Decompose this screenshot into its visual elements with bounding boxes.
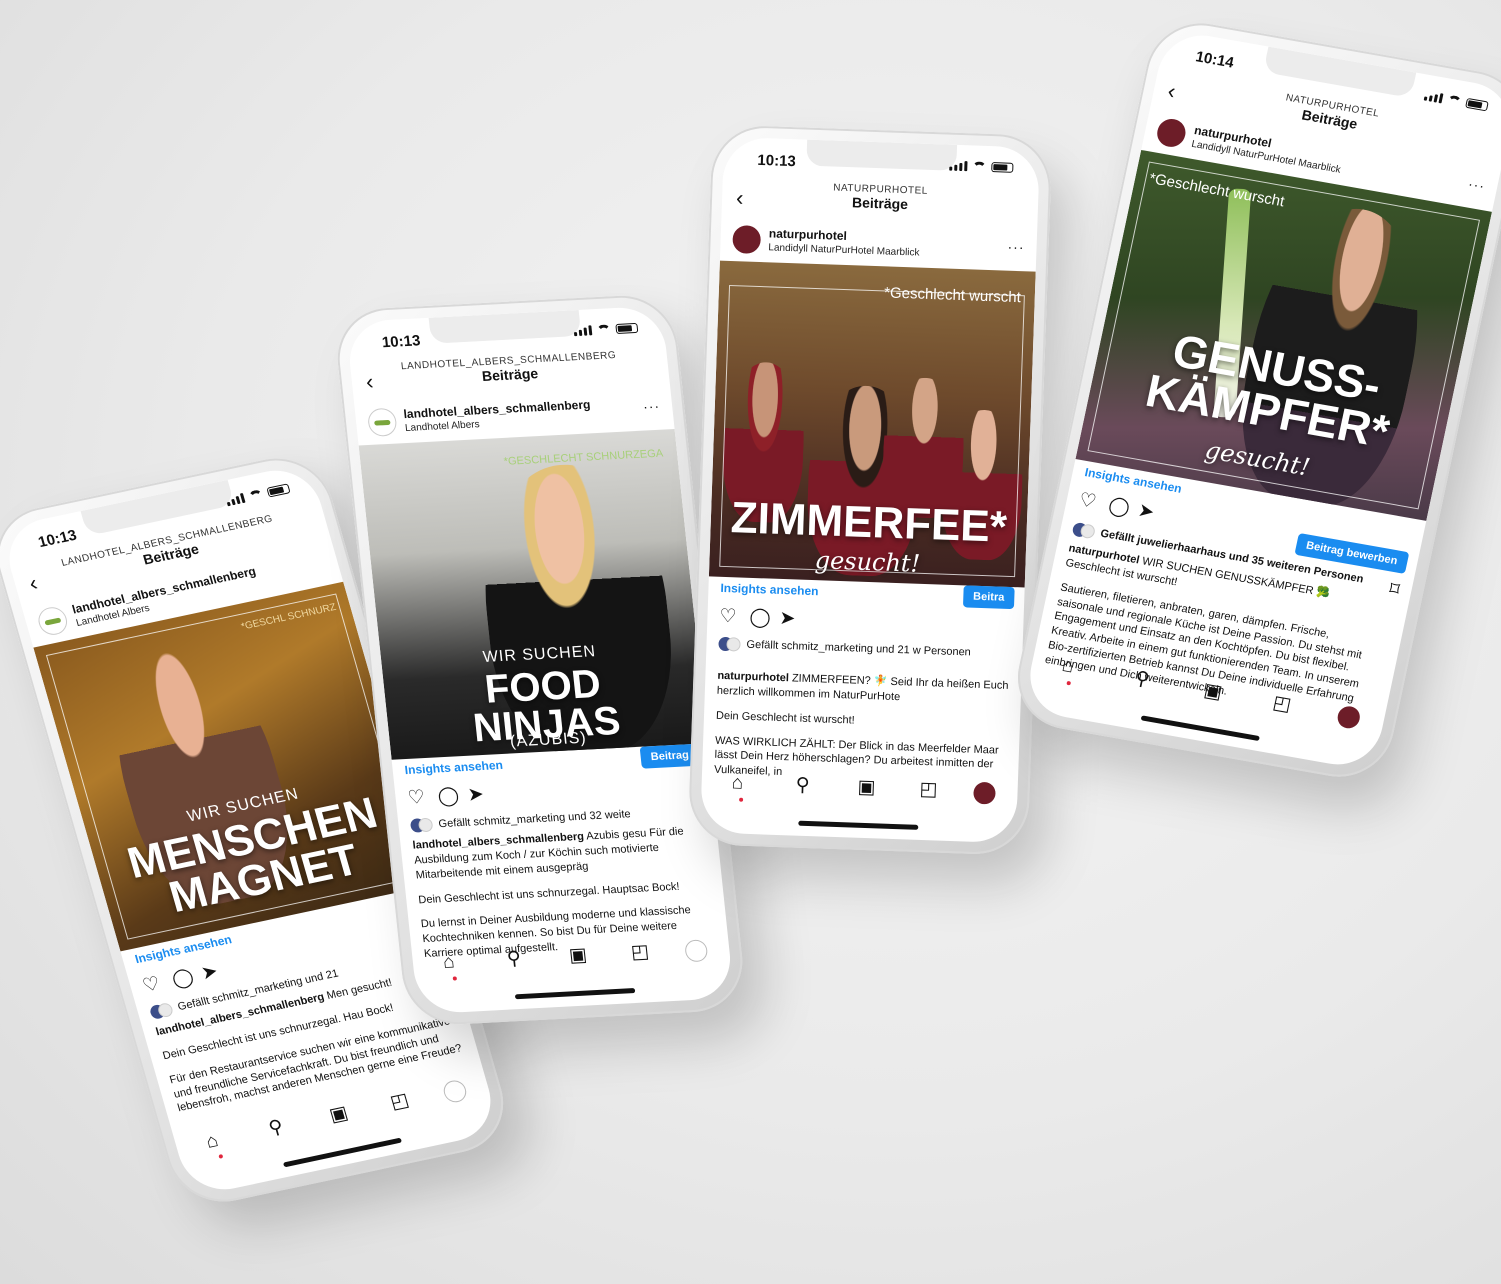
- more-icon[interactable]: ···: [1007, 239, 1025, 256]
- profile-avatar-icon[interactable]: [1335, 704, 1362, 730]
- profile-avatar-icon[interactable]: [973, 781, 996, 805]
- avatar[interactable]: [35, 604, 71, 638]
- post-username[interactable]: landhotel_albers_schmallenberg: [403, 397, 591, 421]
- search-icon[interactable]: ⚲: [506, 948, 522, 970]
- liker-avatar: [417, 817, 434, 833]
- share-icon[interactable]: ➤: [199, 961, 220, 985]
- signal-icon: [949, 161, 968, 172]
- shop-icon[interactable]: ◰: [919, 779, 938, 801]
- image-tagline: *GESCHLECHT SCHNURZEGA: [503, 447, 664, 468]
- status-icons: [573, 322, 639, 337]
- avatar[interactable]: [366, 407, 398, 437]
- battery-icon: [1465, 97, 1489, 112]
- caption-paragraph: Dein Geschlecht ist uns schnurzegal. Hau…: [417, 880, 681, 906]
- phone-screen: 10:14 ‹ NATURPURHOTEL Beiträge naturpurh…: [1022, 28, 1501, 772]
- battery-icon: [266, 483, 291, 498]
- shop-icon[interactable]: ◰: [630, 941, 650, 963]
- profile-avatar-icon[interactable]: [684, 939, 709, 963]
- home-icon[interactable]: ⌂: [731, 772, 744, 802]
- post-header: naturpurhotel Landidyll NaturPurHotel Ma…: [732, 223, 1025, 267]
- likes-text[interactable]: Gefällt schmitz_marketing und 32 weite: [438, 808, 631, 830]
- signal-icon: [225, 492, 246, 507]
- battery-icon: [991, 162, 1014, 173]
- post-image[interactable]: *Geschlecht wurscht GENUSS- KÄMPFER* ges…: [1075, 149, 1492, 521]
- more-icon[interactable]: ···: [642, 398, 661, 415]
- home-indicator[interactable]: [798, 820, 919, 830]
- comment-icon[interactable]: ◯: [749, 607, 771, 629]
- profile-avatar-icon[interactable]: [441, 1078, 469, 1105]
- home-icon[interactable]: ⌂: [204, 1130, 224, 1159]
- home-indicator[interactable]: [514, 988, 636, 1000]
- shop-icon[interactable]: ◰: [388, 1090, 411, 1114]
- comment-icon[interactable]: ◯: [437, 785, 460, 807]
- home-icon[interactable]: ⌂: [442, 952, 458, 981]
- insights-link[interactable]: Insights ansehen: [720, 581, 818, 598]
- comment-icon[interactable]: ◯: [1106, 495, 1131, 519]
- caption-paragraph: Dein Geschlecht ist wurscht!: [715, 709, 855, 727]
- heart-icon[interactable]: ♡: [1077, 490, 1098, 514]
- search-icon[interactable]: ⚲: [266, 1116, 285, 1139]
- promote-button[interactable]: Beitra: [962, 585, 1015, 610]
- shop-icon[interactable]: ◰: [1271, 692, 1293, 716]
- liker-avatar: [1079, 523, 1097, 540]
- likes-text[interactable]: Gefällt schmitz_marketing und 21 w Perso…: [746, 639, 971, 659]
- status-time: 10:14: [1194, 48, 1236, 72]
- more-icon[interactable]: ···: [1467, 175, 1487, 194]
- comment-icon[interactable]: ◯: [170, 966, 197, 991]
- search-icon[interactable]: ⚲: [1133, 668, 1151, 691]
- wifi-icon: [247, 488, 265, 502]
- post-image[interactable]: *Geschlecht wurscht ZIMMERFEE* gesucht!: [708, 260, 1036, 588]
- status-time: 10:13: [36, 526, 79, 552]
- share-icon[interactable]: ➤: [1136, 500, 1156, 523]
- signal-icon: [573, 325, 593, 337]
- phone-mockup-genusskaempfer: 10:14 ‹ NATURPURHOTEL Beiträge naturpurh…: [1007, 14, 1501, 786]
- phone-screen: 10:13 ‹ LANDHOTEL_ALBERS_SCHMALLENBERG B…: [345, 305, 735, 1015]
- avatar[interactable]: [732, 225, 762, 255]
- heart-icon[interactable]: ♡: [407, 787, 426, 809]
- liker-avatar: [726, 637, 741, 652]
- post-location[interactable]: Landidyll NaturPurHotel Maarblick: [768, 242, 919, 258]
- heart-icon[interactable]: ♡: [719, 606, 737, 628]
- status-time: 10:13: [757, 151, 797, 171]
- signal-icon: [1423, 91, 1444, 104]
- phone-screen: 10:13 ‹ NATURPURHOTEL Beiträge naturpurh…: [699, 136, 1041, 844]
- status-icons: [225, 483, 291, 507]
- search-icon[interactable]: ⚲: [795, 775, 810, 796]
- status-icons: [1423, 91, 1489, 112]
- status-time: 10:13: [381, 332, 422, 352]
- notch: [428, 309, 582, 344]
- post-actions: ♡ ◯ ➤: [719, 606, 1012, 641]
- share-icon[interactable]: ➤: [467, 784, 485, 806]
- share-icon[interactable]: ➤: [779, 608, 796, 630]
- status-icons: [949, 161, 1014, 173]
- caption-username[interactable]: naturpurhotel: [717, 670, 789, 684]
- reels-icon[interactable]: ▣: [1202, 680, 1224, 704]
- phone-mockup-zimmerfee: 10:13 ‹ NATURPURHOTEL Beiträge naturpurh…: [687, 124, 1053, 856]
- avatar[interactable]: [1154, 116, 1189, 150]
- post-image[interactable]: *GESCHLECHT SCHNURZEGA WIR SUCHEN FOOD N…: [358, 428, 708, 760]
- post-username[interactable]: naturpurhotel: [769, 226, 847, 243]
- reels-icon[interactable]: ▣: [857, 777, 876, 799]
- reels-icon[interactable]: ▣: [327, 1103, 350, 1127]
- wifi-icon: [972, 161, 987, 172]
- notch: [806, 139, 958, 171]
- battery-icon: [615, 322, 639, 334]
- image-headline: ZIMMERFEE*: [729, 493, 1008, 552]
- wifi-icon: [1446, 94, 1463, 107]
- home-icon[interactable]: ⌂: [1060, 655, 1076, 686]
- insights-link[interactable]: Insights ansehen: [404, 758, 503, 777]
- wifi-icon: [596, 324, 612, 335]
- notch: [1263, 46, 1417, 99]
- likes-line: Gefällt schmitz_marketing und 21 w Perso…: [718, 636, 1010, 661]
- mockup-stage: 10:13 ‹ LANDHOTEL_ALBERS_SCHMALLENBERG B…: [0, 0, 1501, 1284]
- post-location[interactable]: Landhotel Albers: [404, 419, 480, 434]
- reels-icon[interactable]: ▣: [568, 945, 588, 967]
- heart-icon[interactable]: ♡: [140, 973, 163, 997]
